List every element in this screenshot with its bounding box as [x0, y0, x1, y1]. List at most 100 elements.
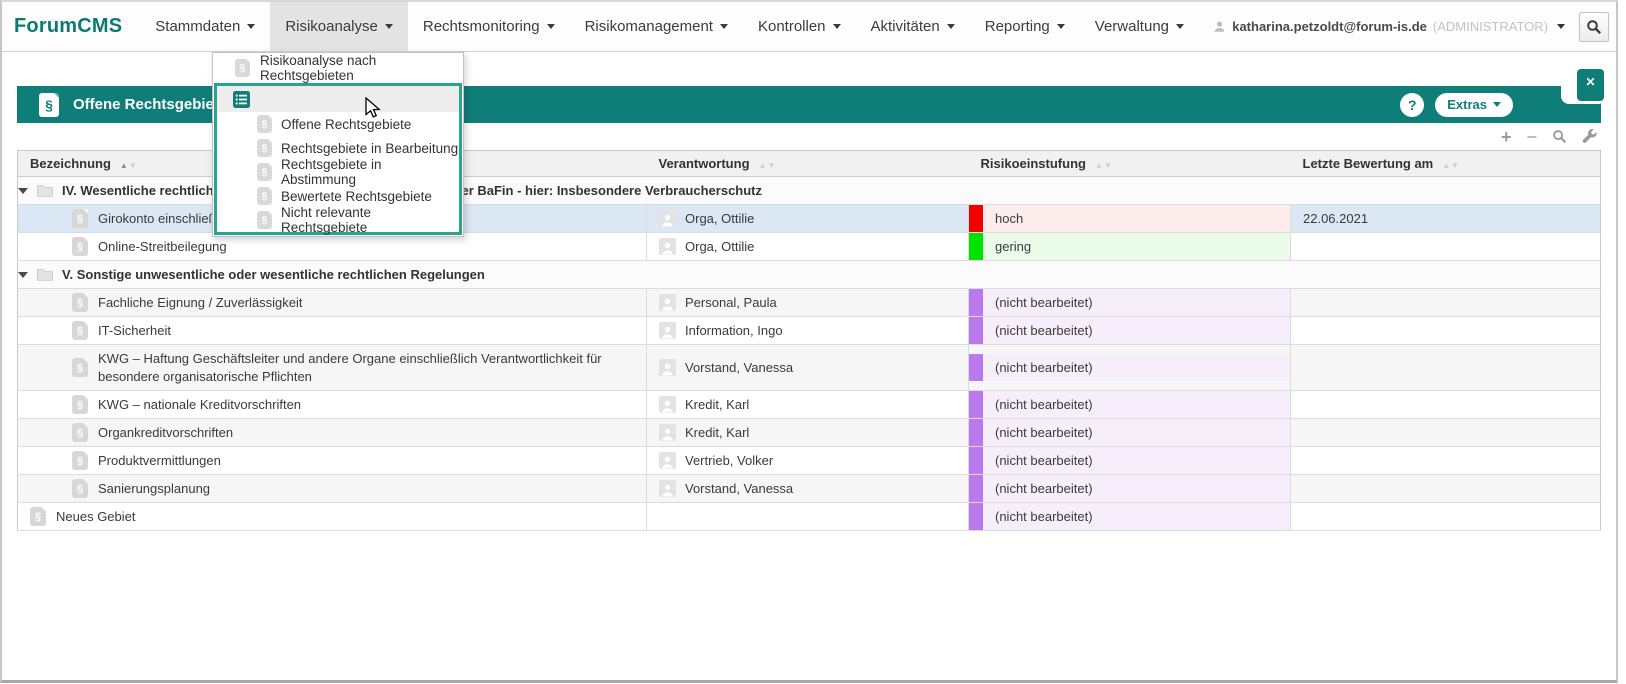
main-menu: Stammdaten Risikoanalyse Rechtsmonitorin…	[140, 2, 1199, 51]
risk-label: (nicht bearbeitet)	[983, 509, 1093, 524]
group-title: V. Sonstige unwesentliche oder wesentlic…	[62, 267, 485, 282]
table-row[interactable]: §Organkreditvorschriften Kredit, Karl (n…	[18, 419, 1601, 447]
nav-item-label: Risikomanagement	[585, 18, 713, 35]
risk-rating-badge: (nicht bearbeitet)	[969, 419, 1290, 446]
row-name: KWG – Haftung Geschäftsleiter und andere…	[98, 350, 626, 385]
settings-wrench-button[interactable]	[1582, 129, 1597, 144]
table-group-row[interactable]: V. Sonstige unwesentliche oder wesentlic…	[18, 261, 1601, 289]
row-name: KWG – nationale Kreditvorschriften	[98, 396, 301, 414]
extras-button[interactable]: Extras	[1435, 93, 1513, 117]
highlighted-menu-group: §Offene Rechtsgebiete §Rechtsgebiete in …	[214, 83, 462, 235]
table-row[interactable]: §Fachliche Eignung / Zuverlässigkeit Per…	[18, 289, 1601, 317]
row-name: Organkreditvorschriften	[98, 424, 233, 442]
paragraph-document-icon: §	[72, 358, 88, 377]
collapse-caret-icon[interactable]	[18, 272, 28, 278]
column-header-risikoeinstufung[interactable]: Risikoeinstufung▲▼	[969, 151, 1291, 177]
column-label: Risikoeinstufung	[981, 156, 1086, 171]
risk-color-bar	[969, 419, 983, 446]
column-label: Bezeichnung	[30, 156, 111, 171]
row-name: Neues Gebiet	[56, 508, 136, 526]
person-icon	[659, 452, 676, 469]
folder-icon	[37, 184, 53, 197]
close-panel-button[interactable]: ✕	[1577, 69, 1604, 101]
paragraph-document-icon: §	[257, 211, 272, 229]
risk-color-bar	[969, 503, 983, 530]
chevron-down-icon	[247, 24, 255, 29]
risk-label: (nicht bearbeitet)	[983, 397, 1093, 412]
nav-item-risikomanagement[interactable]: Risikomanagement	[570, 2, 743, 51]
app-logo[interactable]: ForumCMS	[2, 2, 140, 51]
risk-label: hoch	[983, 211, 1023, 226]
menu-item-rechtsgebiete[interactable]	[217, 86, 459, 112]
last-assessment-date	[1291, 317, 1601, 345]
last-assessment-date: 22.06.2021	[1291, 205, 1601, 233]
risk-rating-badge: (nicht bearbeitet)	[969, 475, 1290, 502]
risk-label: (nicht bearbeitet)	[983, 425, 1093, 440]
table-row[interactable]: §Produktvermittlungen Vertrieb, Volker (…	[18, 447, 1601, 475]
risk-label: (nicht bearbeitet)	[983, 295, 1093, 310]
nav-item-label: Aktivitäten	[871, 18, 940, 35]
sort-icons: ▲▼	[1442, 156, 1460, 171]
risk-label: (nicht bearbeitet)	[983, 481, 1093, 496]
user-role-badge: (ADMINISTRATOR)	[1433, 19, 1548, 34]
table-search-button[interactable]	[1552, 129, 1567, 144]
user-icon	[1213, 20, 1226, 33]
person-icon	[659, 294, 676, 311]
column-label: Letzte Bewertung am	[1303, 156, 1434, 171]
mouse-cursor	[365, 97, 385, 119]
risk-rating-badge: (nicht bearbeitet)	[969, 503, 1290, 530]
risk-color-bar	[969, 391, 983, 418]
nav-item-aktivitaeten[interactable]: Aktivitäten	[856, 2, 970, 51]
responsible-name: Kredit, Karl	[685, 397, 749, 412]
menu-item-offene-rechtsgebiete[interactable]: §Offene Rechtsgebiete	[217, 112, 459, 136]
global-search-button[interactable]	[1579, 12, 1609, 42]
nav-item-stammdaten[interactable]: Stammdaten	[140, 2, 270, 51]
menu-item-label: Offene Rechtsgebiete	[281, 117, 411, 132]
sort-icons: ▲▼	[759, 156, 777, 171]
table-row[interactable]: §Sanierungsplanung Vorstand, Vanessa (ni…	[18, 475, 1601, 503]
nav-item-verwaltung[interactable]: Verwaltung	[1080, 2, 1199, 51]
paragraph-document-icon: §	[72, 423, 88, 442]
expand-all-button[interactable]: +	[1501, 128, 1512, 146]
risk-rating-badge: (nicht bearbeitet)	[969, 391, 1290, 418]
chevron-down-icon	[947, 24, 955, 29]
menu-item-rechtsgebiete-in-abstimmung[interactable]: §Rechtsgebiete in Abstimmung	[217, 160, 459, 184]
paragraph-document-icon: §	[72, 451, 88, 470]
column-header-verantwortung[interactable]: Verantwortung▲▼	[647, 151, 969, 177]
collapse-all-button[interactable]: −	[1526, 128, 1537, 146]
menu-item-nicht-relevante-rechtsgebiete[interactable]: §Nicht relevante Rechtsgebiete	[217, 208, 459, 232]
user-menu[interactable]: katharina.petzoldt@forum-is.de (ADMINIST…	[1213, 19, 1565, 34]
nav-item-kontrollen[interactable]: Kontrollen	[743, 2, 856, 51]
risk-rating-badge: (nicht bearbeitet)	[969, 447, 1290, 474]
paragraph-document-icon: §	[72, 209, 88, 228]
panel-title-group: § Offene Rechtsgebiete	[17, 93, 227, 117]
responsible-name: Vorstand, Vanessa	[685, 481, 793, 496]
sort-icons: ▲▼	[120, 156, 138, 171]
column-header-letzte-bewertung[interactable]: Letzte Bewertung am ▲▼	[1291, 151, 1601, 177]
table-row[interactable]: § KWG – Haftung Geschäftsleiter und ander…	[18, 345, 1601, 391]
paragraph-document-icon: §	[72, 395, 88, 414]
risk-color-bar	[969, 354, 983, 381]
row-name: IT-Sicherheit	[98, 322, 171, 340]
last-assessment-date	[1291, 345, 1601, 391]
table-row-new-entry[interactable]: § Neues Gebiet (nicht bearbeitet)	[18, 503, 1601, 531]
nav-item-rechtsmonitoring[interactable]: Rechtsmonitoring	[408, 2, 570, 51]
paragraph-document-icon: §	[72, 321, 88, 340]
person-icon	[659, 359, 676, 376]
collapse-caret-icon[interactable]	[18, 188, 28, 194]
paragraph-document-icon: §	[30, 507, 46, 526]
risk-label: (nicht bearbeitet)	[983, 360, 1093, 375]
paragraph-document-icon: §	[235, 59, 250, 77]
chevron-down-icon	[833, 24, 841, 29]
table-row[interactable]: §IT-Sicherheit Information, Ingo (nicht …	[18, 317, 1601, 345]
last-assessment-date	[1291, 447, 1601, 475]
menu-item-label: Rechtsgebiete in Bearbeitung	[281, 141, 458, 156]
table-row[interactable]: § KWG – nationale Kreditvorschriften Kred…	[18, 391, 1601, 419]
help-button[interactable]: ?	[1400, 93, 1424, 117]
page-title: Offene Rechtsgebiete	[73, 96, 227, 113]
menu-item-risikoanalyse-nach-rechtsgebieten[interactable]: § Risikoanalyse nach Rechtsgebieten	[213, 53, 463, 83]
nav-item-risikoanalyse[interactable]: Risikoanalyse	[270, 2, 408, 51]
risk-color-bar	[969, 233, 983, 260]
menu-item-label: Bewertete Rechtsgebiete	[281, 189, 432, 204]
nav-item-reporting[interactable]: Reporting	[970, 2, 1080, 51]
